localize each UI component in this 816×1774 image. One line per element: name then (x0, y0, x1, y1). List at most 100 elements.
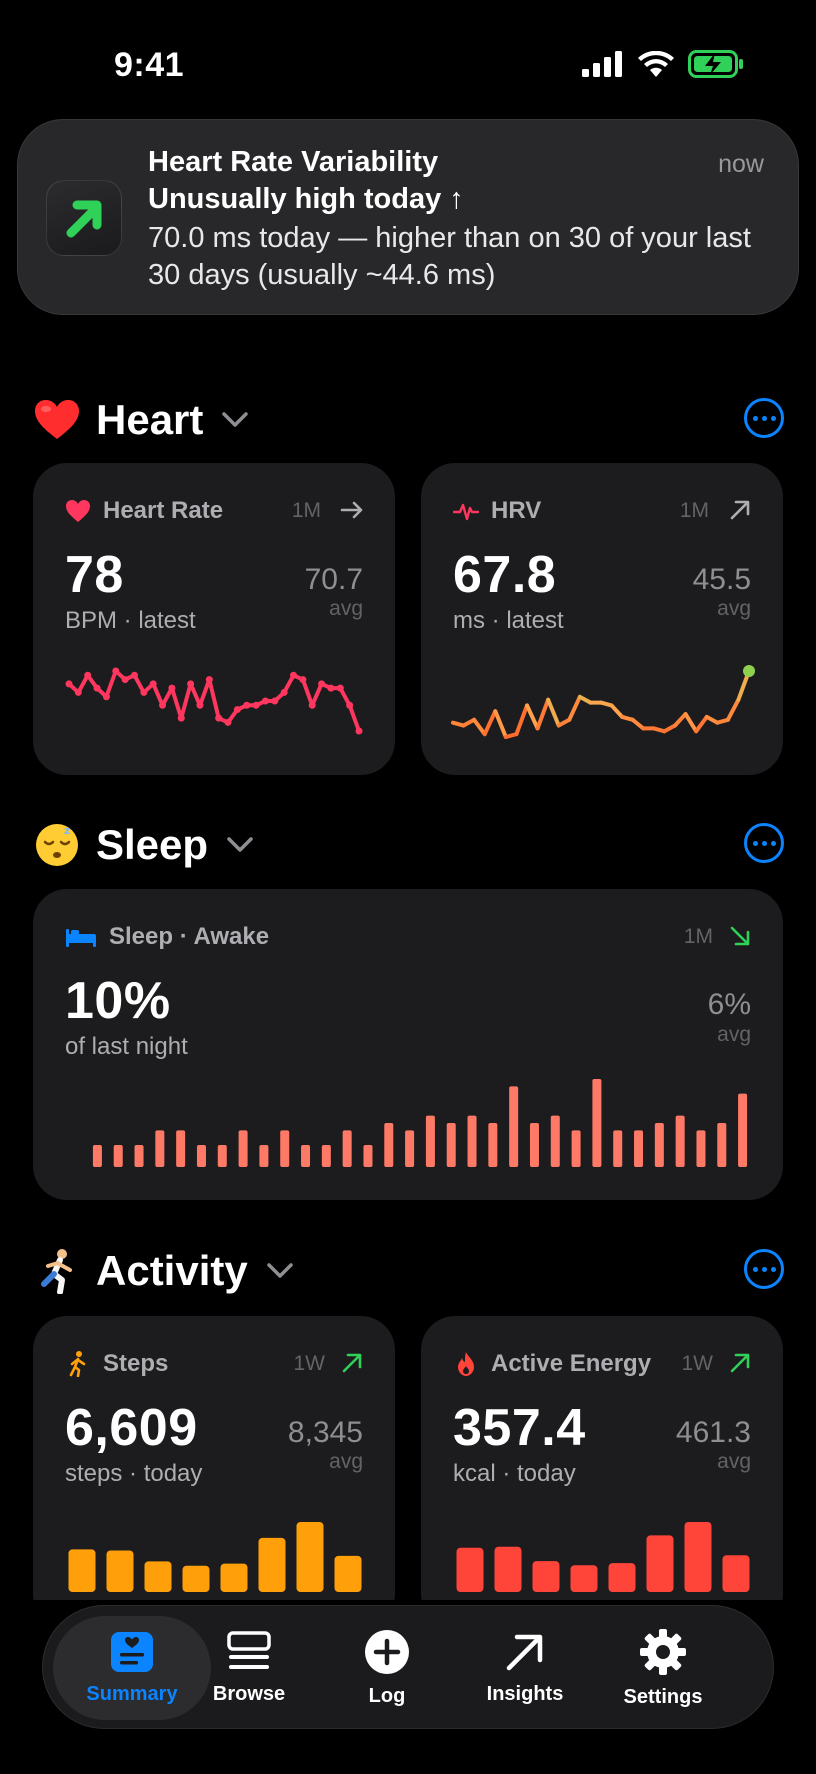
bar (405, 1130, 415, 1167)
data-point (149, 680, 157, 688)
line-segment (151, 681, 165, 708)
line-segment (310, 681, 324, 708)
chevron-down-icon[interactable] (266, 1262, 294, 1280)
chevron-down-icon[interactable] (226, 836, 254, 854)
bar (220, 1563, 248, 1592)
data-point (355, 727, 363, 735)
more-button-sleep[interactable] (744, 823, 784, 863)
bar (608, 1563, 636, 1592)
tab-browse[interactable]: Browse (179, 1606, 319, 1730)
section-header-activity: Activity (34, 1241, 784, 1301)
active-energy-bar-chart (456, 1522, 750, 1592)
line-segment (683, 712, 699, 734)
line-segment (525, 703, 540, 731)
sleeping-face-emoji-icon: z (34, 822, 80, 868)
line-segment (472, 717, 487, 737)
chevron-down-icon[interactable] (221, 411, 249, 429)
section-header-heart: Heart (34, 390, 784, 450)
data-point (280, 688, 288, 696)
line-segment (673, 712, 688, 728)
data-point (233, 706, 241, 714)
bar (68, 1549, 96, 1592)
notification-time: now (718, 150, 764, 178)
hrv-card[interactable]: HRV 1M 67.8 ms · latest 45.5 avg (421, 463, 783, 775)
more-button-activity[interactable] (744, 1249, 784, 1289)
bar (196, 1145, 206, 1167)
sleep-awake-card[interactable]: Sleep · Awake 1M 10% of last night 6% av… (33, 889, 783, 1200)
line-segment (300, 677, 315, 708)
section-header-sleep: z Sleep (34, 815, 784, 875)
summary-icon (111, 1631, 153, 1672)
section-title-activity: Activity (96, 1247, 248, 1294)
heart-rate-card[interactable]: Heart Rate 1M 78 BPM · latest 70.7 avg (33, 463, 395, 775)
bar (296, 1522, 324, 1592)
bar (571, 1130, 581, 1167)
data-point (336, 684, 344, 692)
bar (258, 1537, 286, 1592)
bar (92, 1145, 102, 1167)
tab-bar: Summary Browse Log Insights Settings (42, 1605, 774, 1729)
bar (342, 1130, 352, 1167)
bar (155, 1130, 165, 1167)
data-point (243, 701, 251, 709)
tab-insights[interactable]: Insights (455, 1606, 595, 1730)
line-segment (179, 681, 193, 721)
tab-log[interactable]: Log (317, 1606, 457, 1730)
data-point (308, 701, 316, 709)
battery-charging-icon (688, 50, 743, 78)
svg-text:z: z (64, 824, 70, 837)
bar (334, 1555, 362, 1592)
active-energy-card[interactable]: Active Energy 1W 357.4 kcal · today 461.… (421, 1316, 783, 1628)
line-segment (482, 709, 498, 737)
line-segment (347, 703, 361, 733)
steps-card[interactable]: Steps 1W 6,609 steps · today 8,345 avg (33, 1316, 395, 1628)
bar (176, 1130, 186, 1167)
gear-icon (640, 1628, 686, 1675)
bar (654, 1123, 664, 1167)
data-point (261, 697, 269, 705)
steps-bar-chart (68, 1522, 362, 1592)
bar (217, 1145, 227, 1167)
line-segment (169, 686, 184, 721)
data-point (196, 701, 204, 709)
data-point (205, 676, 213, 684)
bar (113, 1145, 123, 1167)
bar (675, 1115, 685, 1167)
line-segment (197, 677, 212, 708)
line-segment (725, 697, 741, 722)
more-button-heart[interactable] (744, 398, 784, 438)
data-point (159, 701, 167, 709)
bar (280, 1130, 290, 1167)
bar (494, 1546, 522, 1592)
bar (144, 1561, 172, 1592)
data-point (140, 688, 148, 696)
heart-rate-line-chart (65, 667, 363, 735)
line-segment (609, 703, 625, 719)
tab-label: Settings (623, 1685, 703, 1708)
heart-emoji-icon (34, 397, 80, 443)
line-segment (694, 714, 709, 734)
notification-subtitle: Unusually high today ↑ (148, 183, 464, 215)
bar (592, 1079, 602, 1167)
bar (717, 1123, 727, 1167)
bar (363, 1145, 373, 1167)
cellular-signal-icon (582, 51, 622, 77)
data-point (102, 693, 110, 701)
bar (646, 1535, 674, 1592)
bar (467, 1115, 477, 1167)
data-point (318, 680, 326, 688)
browse-icon (227, 1630, 271, 1669)
section-title-sleep: Sleep (96, 821, 209, 868)
notification-body: 70.0 ms today — higher than on 30 of you… (148, 222, 751, 291)
notification-banner[interactable]: Heart Rate Variability Unusually high to… (17, 119, 799, 315)
bar (456, 1547, 484, 1592)
data-point (84, 671, 92, 679)
line-segment (546, 697, 561, 728)
data-point (130, 671, 138, 679)
runner-emoji-icon (34, 1248, 80, 1294)
bar (106, 1550, 134, 1592)
tab-settings[interactable]: Settings (593, 1606, 733, 1730)
wifi-icon (638, 51, 674, 77)
bar (384, 1123, 394, 1167)
line-segment (630, 717, 646, 731)
